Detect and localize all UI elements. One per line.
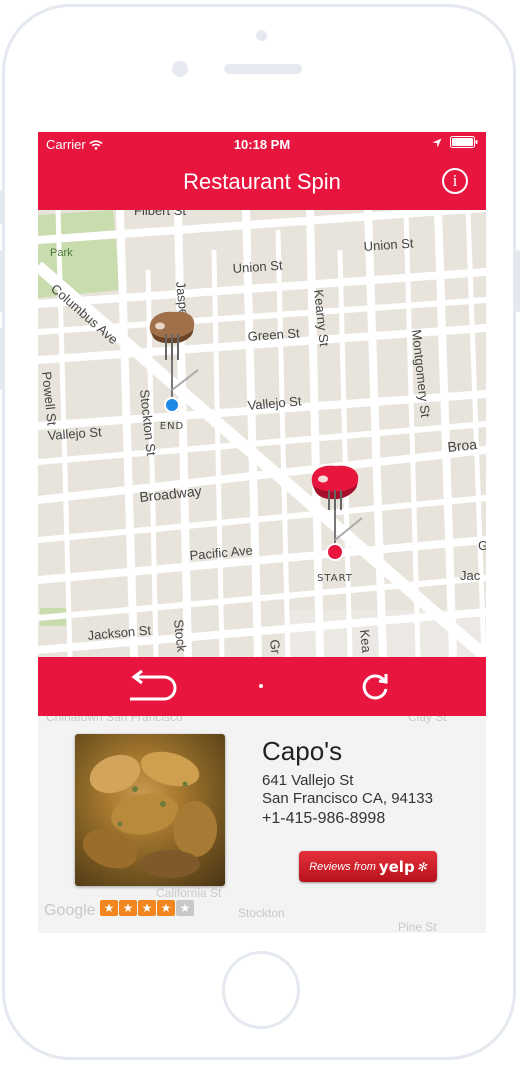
background-map-text: California St	[156, 886, 222, 900]
home-button[interactable]	[222, 951, 300, 1029]
start-label: START	[317, 573, 353, 584]
power-button	[516, 250, 520, 312]
action-toolbar	[38, 657, 486, 716]
restaurant-photo	[75, 734, 225, 886]
restaurant-detail-panel: Chinatown San Francisco Clay St Pine St …	[38, 716, 486, 933]
info-icon[interactable]: i	[442, 168, 468, 194]
street-label: Gr	[267, 639, 283, 656]
star-filled-icon: ★	[119, 900, 137, 916]
street-label: G	[478, 538, 486, 553]
street-label: Kea	[357, 629, 374, 654]
park-label: Park	[50, 247, 73, 259]
street-label: Jac	[460, 568, 481, 583]
address-line-2: San Francisco CA, 94133	[262, 790, 433, 807]
map-view[interactable]: Filbert St Park Union St Union St Columb…	[38, 210, 486, 657]
status-time: 10:18 PM	[233, 137, 291, 152]
volume-up-button	[0, 250, 4, 312]
yelp-reviews-button[interactable]: Reviews from yelp ✻	[299, 851, 437, 882]
background-map-text: Clay St	[408, 716, 447, 724]
background-map-text: Chinatown San Francisco	[46, 716, 183, 724]
star-filled-icon: ★	[100, 900, 118, 916]
front-camera	[172, 61, 188, 77]
sensor-dot	[256, 30, 267, 41]
page-title: Restaurant Spin	[183, 169, 341, 194]
status-bar: Carrier 10:18 PM	[38, 132, 486, 158]
mute-switch	[0, 190, 4, 224]
street-label: Broa	[447, 436, 478, 455]
address-line-1: 641 Vallejo St	[262, 772, 354, 789]
navigation-bar: Restaurant Spin i	[38, 158, 486, 210]
battery-icon	[450, 136, 478, 151]
end-label: END	[160, 421, 185, 432]
location-arrow-icon	[432, 136, 442, 151]
phone-number[interactable]: +1-415-986-8998	[262, 810, 385, 828]
yelp-prefix: Reviews from	[309, 860, 376, 873]
star-filled-icon: ★	[138, 900, 156, 916]
rating-stars: ★ ★ ★ ★ ★	[100, 900, 194, 916]
earpiece-speaker	[224, 64, 302, 74]
app-screen: Carrier 10:18 PM Restaurant Spin i Filbe…	[38, 132, 486, 933]
google-logo: Google	[44, 902, 96, 919]
star-empty-icon: ★	[176, 900, 194, 916]
background-map-text: Pine St	[398, 920, 437, 933]
page-indicator-dot	[259, 684, 263, 688]
street-label: Filbert St	[134, 210, 186, 218]
background-map-text: Stockton	[238, 906, 285, 920]
star-filled-icon: ★	[157, 900, 175, 916]
map-canvas: Filbert St Park Union St Union St Columb…	[38, 210, 486, 657]
volume-down-button	[0, 328, 4, 390]
refresh-icon[interactable]	[358, 669, 392, 708]
back-arrow-icon[interactable]	[124, 669, 178, 708]
yelp-logo: yelp	[378, 857, 415, 876]
restaurant-name: Capo's	[262, 736, 343, 766]
yelp-burst-icon: ✻	[416, 859, 427, 874]
